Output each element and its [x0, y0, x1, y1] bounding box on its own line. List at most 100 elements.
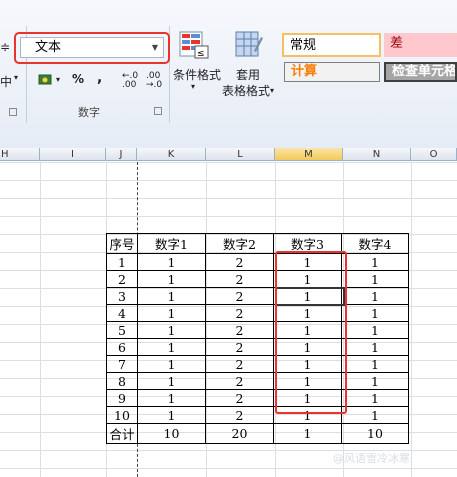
increase-decimal-button[interactable]: ←.0 .00 — [122, 72, 144, 90]
conditional-format-icon[interactable]: ≤ — [178, 30, 210, 60]
table-cell[interactable]: 20 — [205, 423, 274, 444]
table-cell[interactable]: 10 — [106, 406, 138, 424]
table-cell[interactable]: 1 — [137, 253, 206, 271]
gridline — [0, 468, 457, 469]
table-cell[interactable]: 1 — [137, 287, 206, 305]
decrease-decimal-button[interactable]: .00 →.0 — [146, 72, 168, 90]
table-cell[interactable]: 1 — [137, 321, 206, 339]
table-cell[interactable]: 4 — [106, 304, 138, 322]
gridline — [411, 162, 412, 477]
column-header-o[interactable]: O — [411, 148, 457, 161]
table-row: 71211 — [106, 355, 409, 373]
table-cell[interactable]: 2 — [205, 338, 274, 356]
table-cell[interactable]: 5 — [106, 321, 138, 339]
number-format-highlight — [14, 32, 170, 64]
table-cell[interactable]: 1 — [341, 287, 409, 305]
table-cell[interactable]: 9 — [106, 389, 138, 407]
table-cell[interactable]: 1 — [341, 389, 409, 407]
table-cell[interactable]: 1 — [137, 338, 206, 356]
table-cell[interactable]: 2 — [205, 355, 274, 373]
style-bad[interactable]: 差 — [384, 33, 457, 57]
ribbon: ≑ 中 ▾ 文本 ▼ ▾ % , ←.0 .00 .00 →.0 数字 ≤ 条件… — [0, 0, 457, 149]
table-cell[interactable]: 1 — [341, 253, 409, 271]
watermark: @风语雪冷冰寒 — [333, 452, 410, 465]
table-cell[interactable]: 1 — [341, 321, 409, 339]
chevron-down-icon[interactable]: ▾ — [191, 82, 195, 91]
gridline — [40, 162, 41, 477]
table-cell[interactable]: 7 — [106, 355, 138, 373]
table-row: 31211 — [106, 287, 409, 305]
table-cell[interactable]: 2 — [205, 304, 274, 322]
table-cell[interactable]: 1 — [137, 355, 206, 373]
table-cell[interactable]: 1 — [341, 270, 409, 288]
table-cell[interactable]: 2 — [205, 321, 274, 339]
dialog-launcher-icon[interactable] — [9, 108, 17, 116]
style-check-cell[interactable]: 检查单元格 — [384, 62, 457, 82]
table-cell[interactable]: 8 — [106, 372, 138, 390]
dialog-launcher-icon[interactable] — [154, 107, 162, 115]
gridline — [0, 216, 457, 217]
table-header-row: 序号 数字1 数字2 数字3 数字4 — [106, 233, 409, 254]
column-header-i[interactable]: I — [40, 148, 106, 161]
table-cell[interactable]: 2 — [205, 287, 274, 305]
table-cell[interactable]: 数字1 — [137, 233, 206, 254]
gridline — [0, 180, 457, 181]
table-cell[interactable]: 3 — [106, 287, 138, 305]
gridline — [0, 198, 457, 199]
table-cell[interactable]: 1 — [341, 355, 409, 373]
table-cell[interactable]: 1 — [137, 389, 206, 407]
table-cell[interactable]: 2 — [205, 406, 274, 424]
table-row: 41211 — [106, 304, 409, 322]
table-cell[interactable]: 1 — [137, 270, 206, 288]
table-cell[interactable]: 数字2 — [205, 233, 274, 254]
column-header-k[interactable]: K — [137, 148, 206, 161]
table-cell[interactable]: 1 — [341, 338, 409, 356]
chevron-down-icon[interactable]: ▾ — [14, 73, 18, 82]
accounting-format-icon[interactable] — [38, 72, 54, 88]
table-format-icon[interactable] — [234, 30, 264, 60]
conditional-format-button[interactable]: 条件格式 — [173, 66, 221, 83]
gridline — [0, 162, 457, 163]
table-cell[interactable]: 数字4 — [341, 233, 409, 254]
table-cell[interactable]: 1 — [106, 253, 138, 271]
table-cell[interactable]: 1 — [137, 372, 206, 390]
table-cell[interactable]: 2 — [205, 389, 274, 407]
table-cell[interactable]: 2 — [205, 270, 274, 288]
comma-button[interactable]: , — [97, 70, 102, 86]
table-total-row: 合计 10 20 1 10 — [106, 423, 409, 444]
column-header-l[interactable]: L — [206, 148, 275, 161]
table-cell[interactable]: 10 — [137, 423, 206, 444]
table-cell[interactable]: 10 — [341, 423, 409, 444]
merge-center-button[interactable]: 中 — [0, 73, 12, 90]
table-cell[interactable]: 2 — [205, 253, 274, 271]
highlight-box — [275, 251, 347, 414]
table-cell[interactable]: 1 — [137, 406, 206, 424]
table-format-label-1[interactable]: 套用 — [236, 66, 260, 83]
column-header-n[interactable]: N — [343, 148, 411, 161]
table-cell[interactable]: 2 — [205, 372, 274, 390]
percent-button[interactable]: % — [72, 72, 84, 86]
table-cell[interactable]: 1 — [137, 304, 206, 322]
style-calc[interactable]: 计算 — [284, 62, 380, 82]
chevron-down-icon[interactable]: ▾ — [56, 75, 60, 84]
chevron-down-icon[interactable]: ▾ — [270, 86, 274, 95]
table-cell[interactable]: 1 — [341, 304, 409, 322]
table-row: 91211 — [106, 389, 409, 407]
table-cell[interactable]: 2 — [106, 270, 138, 288]
table-cell[interactable]: 1 — [273, 423, 342, 444]
table-cell[interactable]: 1 — [341, 372, 409, 390]
table-row: 21211 — [106, 270, 409, 288]
table-cell[interactable]: 序号 — [106, 233, 138, 254]
table-row: 11211 — [106, 253, 409, 271]
column-header-j[interactable]: J — [106, 148, 137, 161]
table-cell[interactable]: 6 — [106, 338, 138, 356]
table-cell[interactable]: 1 — [341, 406, 409, 424]
data-table: 序号 数字1 数字2 数字3 数字4 1 1 2 1 1 2 1 2 1 1 3 1 2 1 1 4 1 2 1 1 5 1 2 1 1 6… — [106, 233, 409, 444]
column-header-m[interactable]: M — [275, 148, 343, 161]
style-normal[interactable]: 常规 — [282, 33, 381, 57]
column-header-h[interactable]: H — [0, 148, 40, 161]
table-format-button[interactable]: 表格格式 — [222, 82, 270, 99]
table-cell[interactable]: 合计 — [106, 423, 138, 444]
ribbon-fragment: ≑ — [0, 40, 11, 54]
table-row: 61211 — [106, 338, 409, 356]
